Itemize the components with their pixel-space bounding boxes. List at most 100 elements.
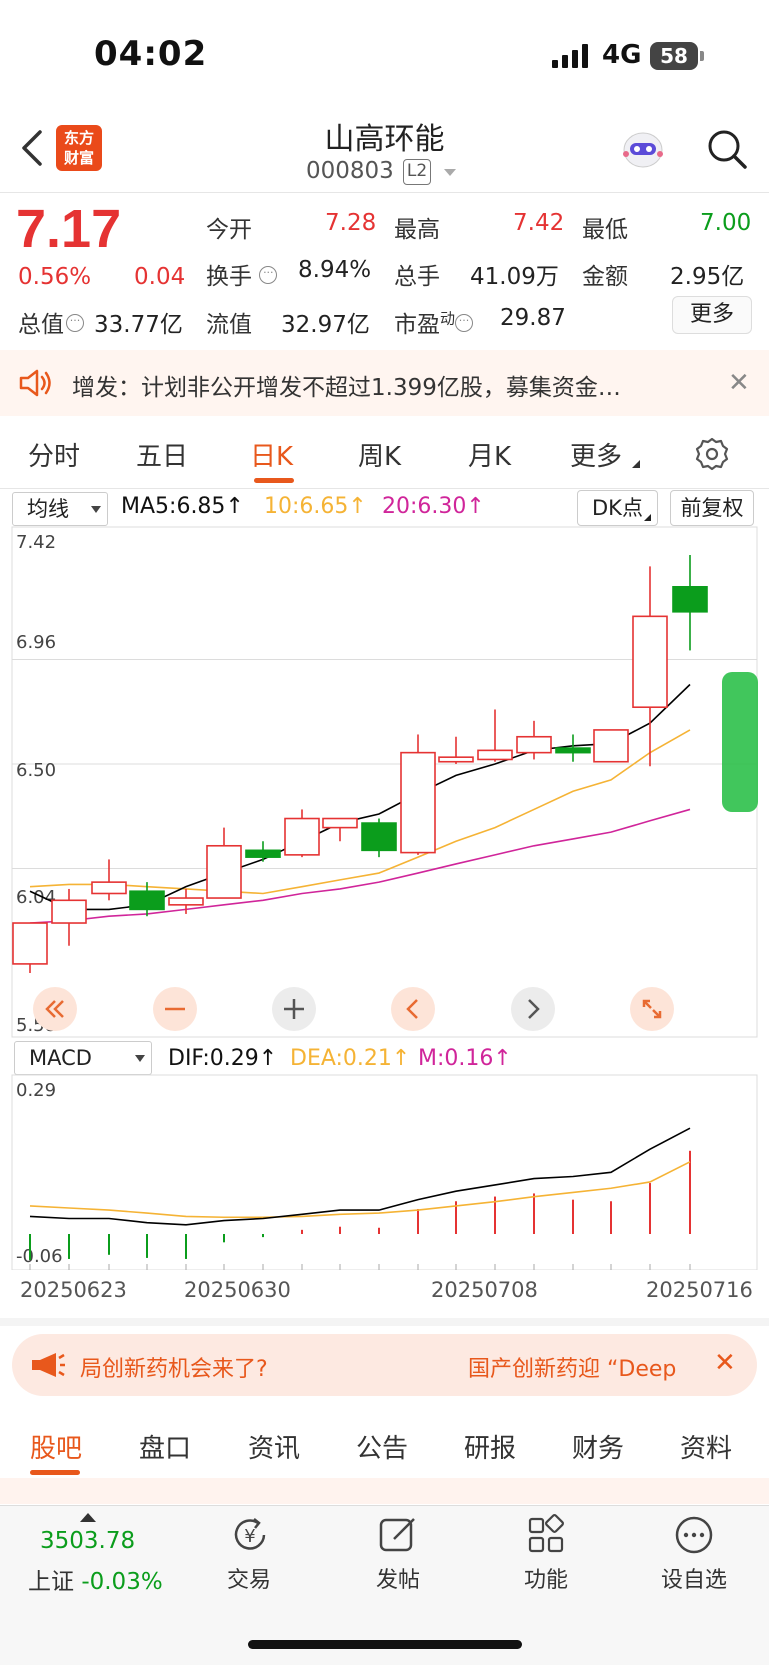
more-circle-icon[interactable] [672, 1513, 716, 1557]
plus-icon [284, 999, 304, 1019]
candle-body [168, 897, 204, 906]
more-arrow-icon [632, 460, 640, 468]
index-label[interactable]: 上证 -0.03% [28, 1562, 163, 1596]
status-time: 04:02 [94, 34, 208, 74]
candle-body [129, 890, 165, 911]
robot-assistant-icon[interactable] [620, 128, 666, 170]
candle-body [632, 615, 668, 709]
header-divider [0, 192, 769, 193]
candle-body [12, 922, 48, 965]
date-label: 20250716 [646, 1278, 753, 1302]
chevron-down-icon[interactable] [444, 169, 456, 176]
tabs-divider [0, 488, 769, 489]
nav-functions[interactable]: 功能 [491, 1562, 601, 1594]
macd-chart[interactable]: 0.29 -0.06 [0, 1074, 769, 1270]
tab-profile[interactable]: 资料 [680, 1428, 732, 1465]
tab-intraday[interactable]: 分时 [28, 436, 80, 473]
close-icon[interactable]: ✕ [728, 368, 750, 398]
amount-label: 金额 [582, 264, 628, 290]
adjust-price-button[interactable]: 前复权 [670, 490, 754, 526]
zoom-out-button[interactable] [153, 987, 197, 1031]
float-mv-label: 流值 [206, 312, 252, 338]
active-tab-indicator [254, 478, 294, 483]
candle-body [361, 822, 397, 852]
turnover-value: 8.94% [298, 257, 372, 283]
open-value: 7.28 [325, 210, 377, 236]
candle-body [322, 817, 358, 829]
indicator-select[interactable]: 均线 [12, 492, 108, 526]
total-mv-label[interactable]: 总值 ··· [18, 305, 84, 339]
dif-value: DIF:0.29↑ [168, 1046, 278, 1071]
info-dots-icon[interactable]: ··· [66, 314, 84, 332]
battery-icon: 58 [650, 42, 698, 70]
step-left-button[interactable] [391, 987, 435, 1031]
ad-text-right[interactable]: 国产创新药迎 “Deep [468, 1351, 700, 1383]
index-value[interactable]: 3503.78 [40, 1528, 135, 1554]
tab-orderbook[interactable]: 盘口 [139, 1428, 191, 1465]
megaphone-icon [32, 1353, 65, 1377]
candle-body [593, 729, 629, 763]
more-button[interactable]: 更多 [672, 296, 752, 334]
tab-monthly-k[interactable]: 月K [468, 436, 511, 473]
nav-watchlist[interactable]: 设自选 [639, 1562, 749, 1594]
expand-up-icon[interactable] [80, 1513, 96, 1522]
open-label: 今开 [206, 217, 252, 243]
volume-value: 41.09万 [470, 264, 559, 290]
tab-research[interactable]: 研报 [464, 1428, 516, 1465]
total-mv-value: 33.77亿 [94, 312, 183, 338]
trade-icon[interactable]: ¥ [228, 1513, 272, 1557]
candle-body [477, 749, 513, 761]
low-label: 最低 [582, 217, 628, 243]
tab-weekly-k[interactable]: 周K [358, 436, 401, 473]
chevron-down-icon [91, 506, 101, 513]
info-dots-icon[interactable]: ··· [455, 314, 474, 332]
notice-text[interactable]: 增发：计划非公开增发不超过1.399亿股，募集资金… [72, 368, 682, 402]
step-right-button[interactable] [511, 987, 555, 1031]
change-amount: 0.04 [134, 264, 186, 290]
nav-post[interactable]: 发帖 [343, 1562, 453, 1594]
high-value: 7.42 [513, 210, 565, 236]
chevron-down-icon [135, 1055, 145, 1062]
m-value: M:0.16↑ [418, 1046, 512, 1071]
tab-announcements[interactable]: 公告 [356, 1428, 408, 1465]
close-icon[interactable]: ✕ [714, 1348, 736, 1378]
y-tick-label: 6.96 [16, 632, 56, 653]
chart-frame [11, 1074, 758, 1270]
tab-finance[interactable]: 财务 [572, 1428, 624, 1465]
volume-highlight [722, 672, 758, 812]
dea-value: DEA:0.21↑ [290, 1046, 411, 1071]
macd-select[interactable]: MACD [14, 1041, 152, 1075]
candle-body [284, 817, 320, 856]
date-label: 20250623 [20, 1278, 127, 1302]
pe-label[interactable]: 市盈动 ··· [394, 305, 474, 339]
gear-icon[interactable] [694, 436, 730, 472]
nav-trade[interactable]: 交易 [194, 1562, 304, 1594]
candlestick-chart[interactable]: 7.426.966.506.045.58 [0, 526, 769, 1038]
candle-body [400, 751, 436, 854]
tab-forum[interactable]: 股吧 [30, 1428, 82, 1465]
search-icon[interactable] [706, 128, 748, 170]
current-price: 7.17 [16, 199, 122, 259]
fullscreen-button[interactable] [630, 987, 674, 1031]
high-label: 最高 [394, 217, 440, 243]
y-tick-label: -0.06 [16, 1246, 63, 1267]
pe-value: 29.87 [500, 305, 566, 331]
ad-text-left[interactable]: 局创新药机会来了? [80, 1351, 312, 1383]
apps-icon[interactable] [524, 1513, 568, 1557]
level2-badge[interactable]: L2 [403, 159, 431, 185]
chevron-right-icon [528, 999, 540, 1019]
tab-five-day[interactable]: 五日 [136, 436, 188, 473]
fast-backward-button[interactable] [33, 987, 77, 1031]
turnover-label[interactable]: 换手 ··· [206, 257, 278, 291]
tab-news[interactable]: 资讯 [248, 1428, 300, 1465]
tab-daily-k[interactable]: 日K [250, 436, 293, 473]
stock-code: 000803 [306, 158, 394, 184]
float-mv-value: 32.97亿 [281, 312, 370, 338]
network-label: 4G [602, 40, 642, 70]
ma20-value: 20:6.30↑ [382, 494, 485, 519]
tab-more[interactable]: 更多 [570, 436, 622, 473]
info-dots-icon[interactable]: ··· [259, 266, 278, 284]
home-indicator [248, 1640, 522, 1649]
zoom-in-button[interactable] [272, 987, 316, 1031]
edit-post-icon[interactable] [376, 1513, 420, 1557]
